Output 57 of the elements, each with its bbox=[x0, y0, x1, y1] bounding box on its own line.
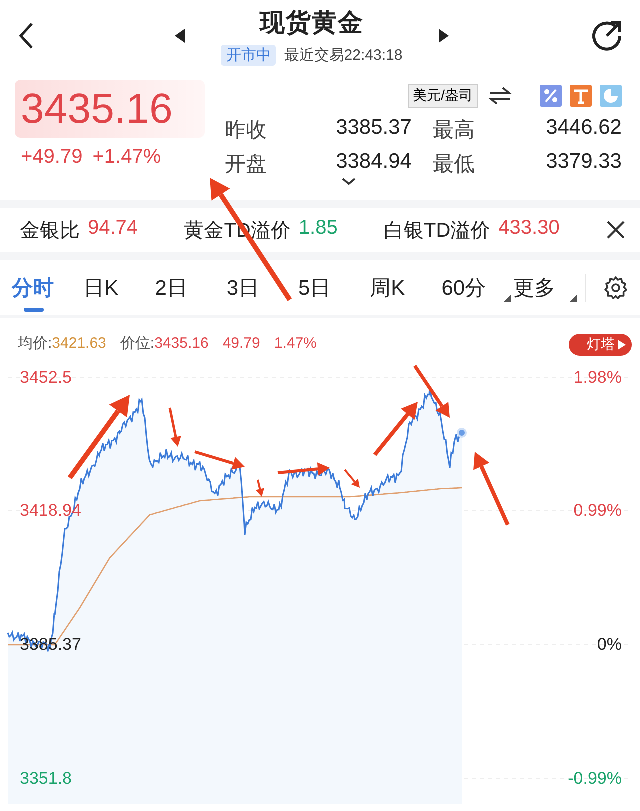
annotation-arrow bbox=[256, 480, 264, 497]
period-tab[interactable]: 分时 bbox=[12, 268, 54, 308]
chart-info: 均价:3421.63 bbox=[18, 334, 106, 352]
swap-icon[interactable] bbox=[488, 86, 512, 106]
ticker-value: 1.85 bbox=[298, 216, 338, 240]
period-tab[interactable]: 更多 bbox=[513, 268, 556, 308]
percent-axis-label: -0.99% bbox=[568, 769, 622, 789]
annotation-arrow bbox=[373, 402, 418, 456]
market-status: 开市中 bbox=[221, 45, 276, 66]
next-icon[interactable] bbox=[438, 29, 449, 43]
period-tab[interactable]: 60分 bbox=[442, 268, 486, 308]
stat-value: 3384.94 bbox=[335, 150, 412, 175]
annotation-arrow bbox=[414, 365, 450, 418]
ticker-value: 433.30 bbox=[498, 216, 560, 240]
latest-price-dot bbox=[457, 428, 467, 438]
previous-icon[interactable] bbox=[175, 29, 186, 43]
back-icon[interactable] bbox=[18, 22, 34, 50]
price-axis-label: 3452.5 bbox=[20, 368, 72, 388]
page-title: 现货黄金 bbox=[260, 8, 364, 39]
settings-icon[interactable] bbox=[604, 276, 628, 300]
tower-icon[interactable] bbox=[570, 85, 592, 107]
stat-value: 3385.37 bbox=[335, 116, 412, 141]
percent-axis-label: 0.99% bbox=[574, 501, 622, 521]
price-change: +49.79 bbox=[21, 146, 83, 169]
period-tab[interactable]: 日K bbox=[84, 268, 119, 308]
percent-axis-label: 1.98% bbox=[574, 368, 622, 388]
period-tab[interactable]: 3日 bbox=[226, 268, 260, 308]
chart-change: 49.79 bbox=[222, 334, 260, 352]
period-tab[interactable]: 周K bbox=[370, 268, 406, 308]
ticker-value: 94.74 bbox=[88, 216, 138, 240]
refresh-icon[interactable] bbox=[590, 19, 624, 53]
stat-value: 3446.62 bbox=[545, 116, 622, 141]
expand-icon[interactable] bbox=[342, 178, 356, 186]
annotation-arrow bbox=[344, 469, 360, 488]
annotation-arrow bbox=[168, 408, 182, 447]
unit-button[interactable]: 美元/盎司 bbox=[408, 84, 478, 108]
price-change-percent: +1.47% bbox=[92, 146, 162, 169]
percent-icon[interactable] bbox=[540, 85, 562, 107]
stat-label: 开盘 bbox=[225, 152, 268, 178]
annotation-arrow bbox=[278, 462, 330, 476]
price-axis-label: 3351.8 bbox=[20, 769, 72, 789]
stat-label: 最低 bbox=[432, 152, 476, 178]
period-tab[interactable]: 2日 bbox=[155, 268, 188, 308]
last-trade-time: 最近交易22:43:18 bbox=[284, 46, 403, 65]
annotation-arrow bbox=[194, 450, 245, 470]
stat-value: 3379.33 bbox=[545, 150, 622, 175]
close-icon[interactable] bbox=[606, 220, 626, 240]
current-price: 3435.16 bbox=[15, 80, 205, 138]
ticker-label: 白银TD溢价 bbox=[384, 218, 491, 244]
percent-axis-label: 0% bbox=[597, 635, 622, 655]
lighthouse-badge[interactable]: 灯塔 bbox=[569, 334, 632, 356]
period-tab[interactable]: 5日 bbox=[298, 268, 332, 308]
stat-label: 最高 bbox=[432, 118, 476, 144]
ticker-label: 金银比 bbox=[20, 218, 80, 244]
chart-change-percent: 1.47% bbox=[274, 334, 317, 352]
chart-info: 价位:3435.16 bbox=[120, 334, 209, 352]
stat-label: 昨收 bbox=[225, 118, 268, 144]
